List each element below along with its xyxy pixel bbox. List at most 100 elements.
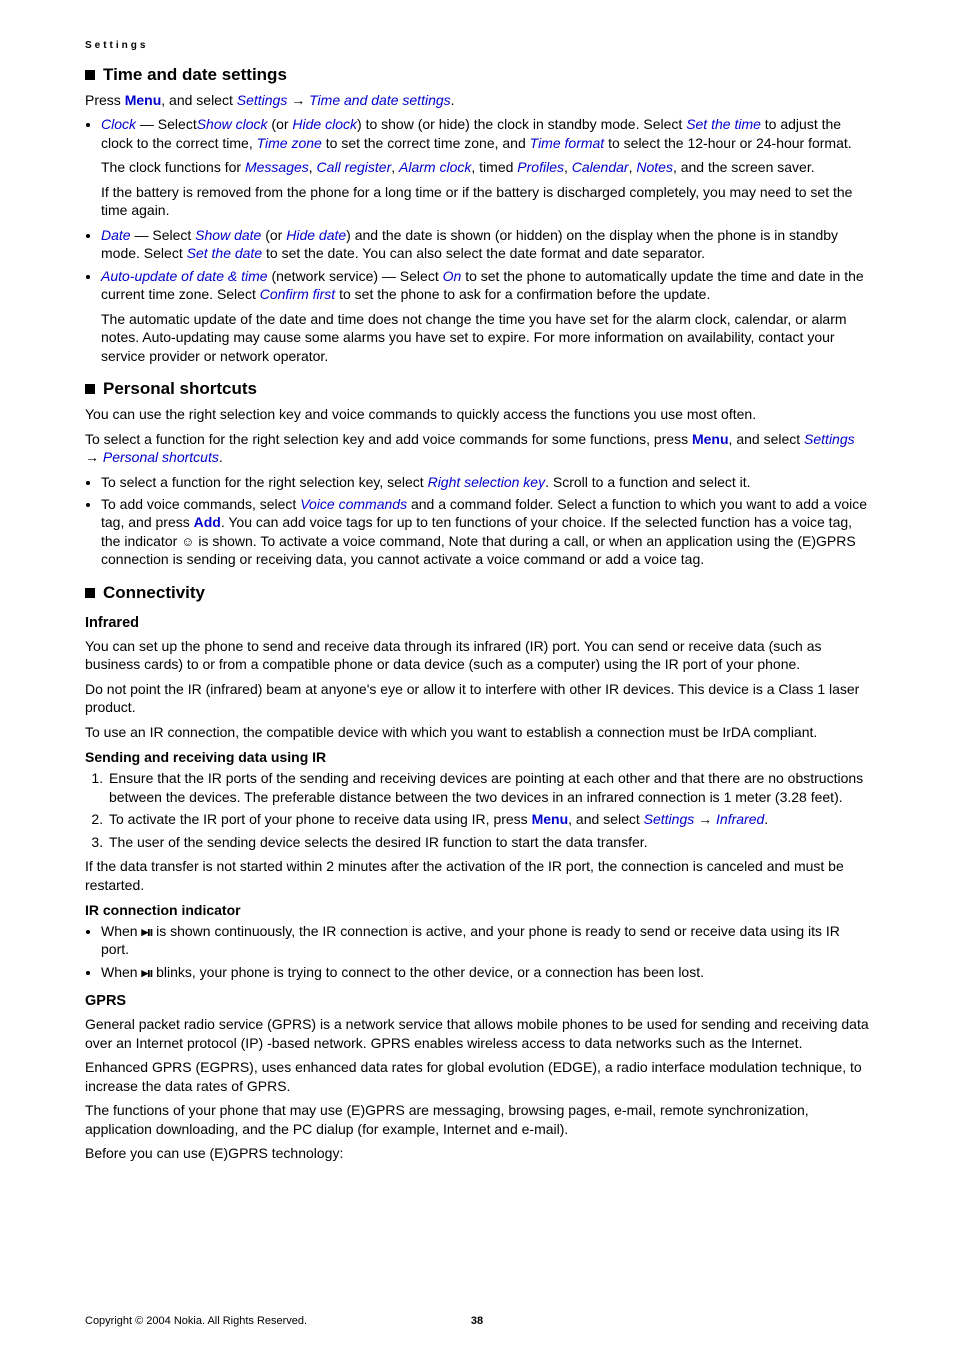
section-title: Time and date settings [103, 65, 287, 85]
voice-tag-icon: ☺ [181, 533, 194, 550]
text: (or [261, 227, 286, 243]
clock-item: Clock — SelectShow clock (or Hide clock)… [101, 115, 869, 219]
calendar-link[interactable]: Calendar [572, 159, 629, 175]
profiles-link[interactable]: Profiles [517, 159, 564, 175]
clock-functions: The clock functions for Messages, Call r… [101, 158, 869, 176]
text: blinks, your phone is trying to connect … [152, 964, 704, 980]
auto-update-item: Auto-update of date & time (network serv… [101, 267, 869, 365]
text: , and select [568, 811, 644, 827]
text: to set the phone to ask for a confirmati… [335, 286, 710, 302]
hide-date-link[interactable]: Hide date [286, 227, 346, 243]
time-format-link[interactable]: Time format [530, 135, 605, 151]
show-date-link[interactable]: Show date [195, 227, 261, 243]
add-link[interactable]: Add [194, 514, 221, 530]
shortcuts-p2: To select a function for the right selec… [85, 430, 869, 467]
battery-note: If the battery is removed from the phone… [101, 183, 869, 220]
clock-link[interactable]: Clock [101, 116, 136, 132]
ir-indicator-1: When ▸ıı is shown continuously, the IR c… [101, 922, 869, 959]
messages-link[interactable]: Messages [245, 159, 309, 175]
text: Press [85, 92, 125, 108]
show-clock-link[interactable]: Show clock [197, 116, 268, 132]
auto-update-link[interactable]: Auto-update of date & time [101, 268, 268, 284]
text: ) to show (or hide) the clock in standby… [357, 116, 686, 132]
text: When [101, 964, 141, 980]
arrow-icon: → [694, 811, 716, 827]
shortcuts-p1: You can use the right selection key and … [85, 405, 869, 423]
text: (network service) — Select [268, 268, 443, 284]
page-number: 38 [471, 1315, 483, 1327]
gprs-p4: Before you can use (E)GPRS technology: [85, 1144, 869, 1162]
infrared-heading: Infrared [85, 615, 869, 631]
gprs-p1: General packet radio service (GPRS) is a… [85, 1015, 869, 1052]
text: The clock functions for [101, 159, 245, 175]
gprs-p3: The functions of your phone that may use… [85, 1101, 869, 1138]
time-zone-link[interactable]: Time zone [257, 135, 322, 151]
ir-after-ol: If the data transfer is not started with… [85, 857, 869, 894]
alarm-link[interactable]: Alarm clock [399, 159, 471, 175]
date-link[interactable]: Date [101, 227, 131, 243]
section-title: Connectivity [103, 583, 205, 603]
text: (or [268, 116, 293, 132]
ir-step-1: Ensure that the IR ports of the sending … [107, 769, 869, 806]
text: To select a function for the right selec… [101, 474, 428, 490]
set-date-link[interactable]: Set the date [187, 245, 263, 261]
right-selection-link[interactable]: Right selection key [428, 474, 546, 490]
menu-link[interactable]: Menu [692, 431, 729, 447]
settings-link[interactable]: Settings [644, 811, 695, 827]
callreg-link[interactable]: Call register [317, 159, 392, 175]
shortcut-li1: To select a function for the right selec… [101, 473, 869, 491]
text: To activate the IR port of your phone to… [109, 811, 532, 827]
hide-clock-link[interactable]: Hide clock [292, 116, 357, 132]
text: . [451, 92, 455, 108]
intro-line: Press Menu, and select Settings → Time a… [85, 91, 869, 109]
text: When [101, 923, 141, 939]
auto-update-note: The automatic update of the date and tim… [101, 310, 869, 365]
settings-link[interactable]: Settings [804, 431, 855, 447]
arrow-icon: → [287, 92, 309, 108]
text: To add voice commands, select [101, 496, 300, 512]
square-icon [85, 384, 95, 394]
voice-commands-link[interactable]: Voice commands [300, 496, 407, 512]
copyright-text: Copyright © 2004 Nokia. All Rights Reser… [85, 1315, 307, 1327]
settings-link[interactable]: Settings [237, 92, 288, 108]
infrared-p1: You can set up the phone to send and rec… [85, 637, 869, 674]
menu-link[interactable]: Menu [125, 92, 162, 108]
text: , and select [161, 92, 237, 108]
text: — Select [131, 227, 196, 243]
ir-indicator-2: When ▸ıı blinks, your phone is trying to… [101, 963, 869, 981]
ir-indicator-heading: IR connection indicator [85, 902, 869, 918]
square-icon [85, 588, 95, 598]
text: , timed [471, 159, 517, 175]
square-icon [85, 70, 95, 80]
on-link[interactable]: On [443, 268, 462, 284]
text: is shown continuously, the IR connection… [101, 923, 840, 957]
notes-link[interactable]: Notes [636, 159, 673, 175]
section-shortcuts: Personal shortcuts [85, 379, 869, 399]
text: . [764, 811, 768, 827]
menu-link[interactable]: Menu [532, 811, 569, 827]
ir-step-3: The user of the sending device selects t… [107, 833, 869, 851]
arrow-icon: → [85, 449, 103, 465]
ir-icon: ▸ıı [141, 964, 152, 981]
infrared-p2: Do not point the IR (infrared) beam at a… [85, 680, 869, 717]
text: . Scroll to a function and select it. [545, 474, 750, 490]
timedate-link[interactable]: Time and date settings [309, 92, 451, 108]
set-time-link[interactable]: Set the time [686, 116, 761, 132]
text: , and the screen saver. [673, 159, 815, 175]
infrared-p3: To use an IR connection, the compatible … [85, 723, 869, 741]
infrared-link[interactable]: Infrared [716, 811, 764, 827]
text: is shown. To activate a voice command, N… [101, 533, 856, 567]
text: to select the 12-hour or 24-hour format. [604, 135, 851, 151]
ir-step-2: To activate the IR port of your phone to… [107, 810, 869, 828]
ir-icon: ▸ıı [141, 923, 152, 940]
text: , and select [729, 431, 805, 447]
section-time-date: Time and date settings [85, 65, 869, 85]
section-connectivity: Connectivity [85, 583, 869, 603]
text: to set the correct time zone, and [322, 135, 530, 151]
text: . [219, 449, 223, 465]
text: To select a function for the right selec… [85, 431, 692, 447]
section-title: Personal shortcuts [103, 379, 257, 399]
personal-shortcuts-link[interactable]: Personal shortcuts [103, 449, 219, 465]
confirm-first-link[interactable]: Confirm first [260, 286, 335, 302]
text: — Select [136, 116, 197, 132]
